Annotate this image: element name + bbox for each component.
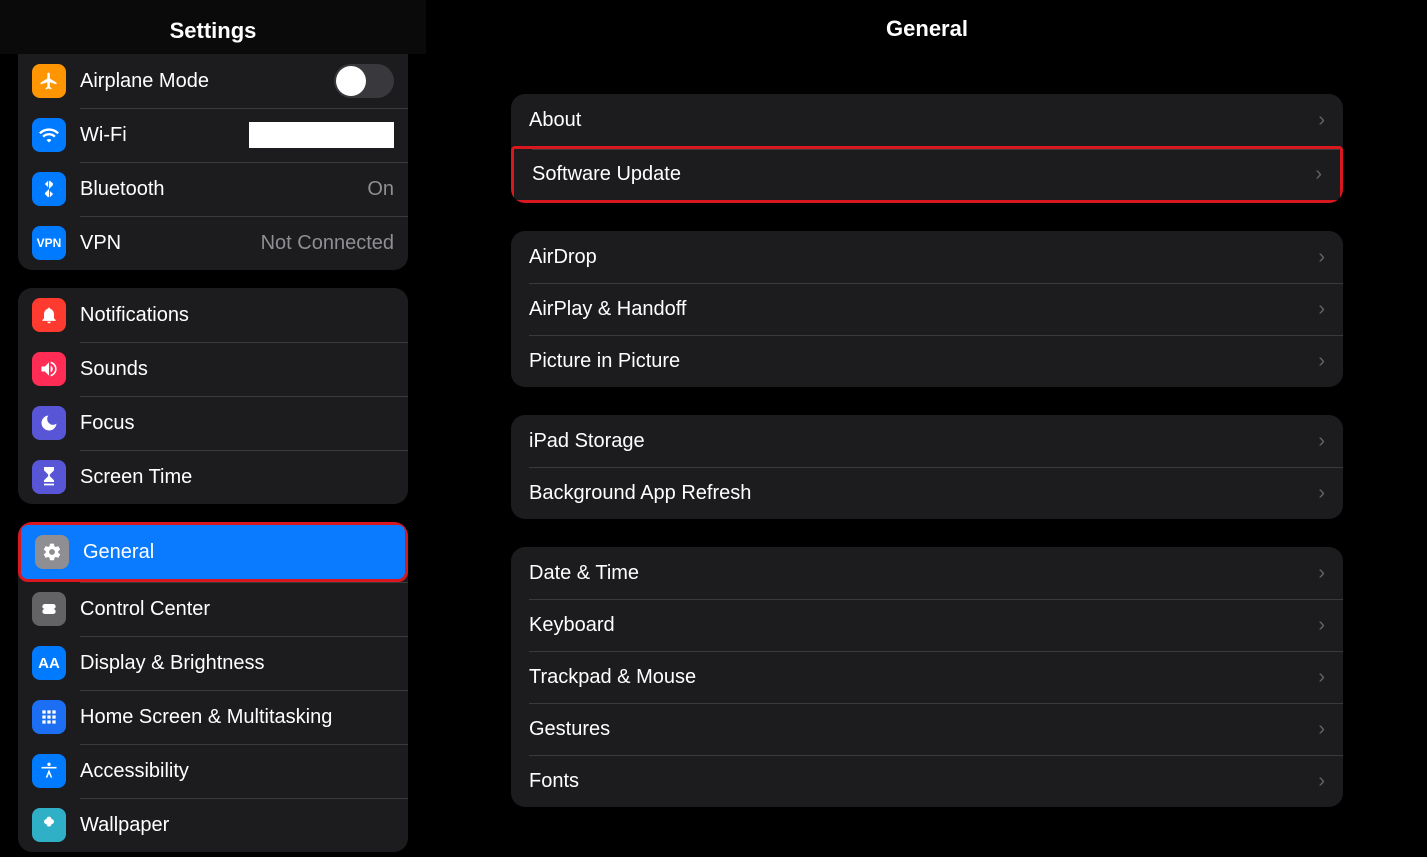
sidebar[interactable]: Settings Airplane Mode Wi-Fi BluetoothOn VP…	[0, 0, 427, 857]
detail-row-label: AirPlay & Handoff	[529, 298, 1318, 321]
wifi-icon	[32, 118, 66, 152]
sidebar-section: General Control Center AA Display & Brightn…	[18, 522, 408, 852]
sidebar-item-label: Accessibility	[80, 760, 394, 783]
detail-group: Date & Time›Keyboard›Trackpad & Mouse›Ge…	[511, 547, 1343, 807]
sidebar-item-label: Screen Time	[80, 466, 394, 489]
gear-icon	[35, 535, 69, 569]
sidebar-item-label: Display & Brightness	[80, 652, 394, 675]
sidebar-item-wifi[interactable]: Wi-Fi	[18, 108, 408, 162]
detail-row-label: iPad Storage	[529, 430, 1318, 453]
chevron-right-icon: ›	[1318, 614, 1325, 637]
detail-row-bg-refresh[interactable]: Background App Refresh›	[511, 467, 1343, 519]
chevron-right-icon: ›	[1318, 246, 1325, 269]
chevron-right-icon: ›	[1315, 163, 1322, 186]
chevron-right-icon: ›	[1318, 298, 1325, 321]
detail-row-fonts[interactable]: Fonts›	[511, 755, 1343, 807]
sidebar-item-display[interactable]: AA Display & Brightness	[18, 636, 408, 690]
sidebar-item-sounds[interactable]: Sounds	[18, 342, 408, 396]
chevron-right-icon: ›	[1318, 350, 1325, 373]
detail-row-label: Trackpad & Mouse	[529, 666, 1318, 689]
sidebar-section: Airplane ModeWi-FiBluetoothOnVPNVPNNot C…	[18, 54, 408, 270]
bell-icon	[32, 298, 66, 332]
airplane-toggle[interactable]	[334, 64, 394, 98]
sidebar-item-homescreen[interactable]: Home Screen & Multitasking	[18, 690, 408, 744]
sidebar-item-label: Bluetooth	[80, 178, 367, 201]
grid-icon	[32, 700, 66, 734]
sidebar-item-airplane[interactable]: Airplane Mode	[18, 54, 408, 108]
detail-row-about[interactable]: About›	[511, 94, 1343, 146]
sidebar-item-screentime[interactable]: Screen Time	[18, 450, 408, 504]
sidebar-item-accessibility[interactable]: Accessibility	[18, 744, 408, 798]
accessibility-icon	[32, 754, 66, 788]
chevron-right-icon: ›	[1318, 562, 1325, 585]
detail-row-gestures[interactable]: Gestures›	[511, 703, 1343, 755]
detail-row-keyboard[interactable]: Keyboard›	[511, 599, 1343, 651]
detail-row-pip[interactable]: Picture in Picture›	[511, 335, 1343, 387]
sidebar-item-label: Notifications	[80, 304, 394, 327]
detail-row-label: AirDrop	[529, 246, 1318, 269]
sidebar-item-wallpaper[interactable]: Wallpaper	[18, 798, 408, 852]
chevron-right-icon: ›	[1318, 770, 1325, 793]
detail-group: AirDrop›AirPlay & Handoff›Picture in Pic…	[511, 231, 1343, 387]
detail-row-label: Date & Time	[529, 562, 1318, 585]
moon-icon	[32, 406, 66, 440]
switches-icon	[32, 592, 66, 626]
sidebar-item-notifications[interactable]: Notifications	[18, 288, 408, 342]
detail-row-storage[interactable]: iPad Storage›	[511, 415, 1343, 467]
chevron-right-icon: ›	[1318, 718, 1325, 741]
airplane-icon	[32, 64, 66, 98]
bluetooth-icon	[32, 172, 66, 206]
chevron-right-icon: ›	[1318, 482, 1325, 505]
detail-row-trackpad[interactable]: Trackpad & Mouse›	[511, 651, 1343, 703]
flower-icon	[32, 808, 66, 842]
sidebar-item-label: General	[83, 541, 391, 564]
sidebar-item-label: Wallpaper	[80, 814, 394, 837]
sidebar-item-label: Airplane Mode	[80, 70, 334, 93]
detail-group: About›Software Update›	[511, 94, 1343, 203]
sidebar-item-value: Not Connected	[261, 232, 394, 255]
aa-icon: AA	[32, 646, 66, 680]
detail-pane[interactable]: General About›Software Update›AirDrop›Ai…	[427, 0, 1427, 857]
detail-row-label: Software Update	[532, 163, 1315, 186]
detail-row-software-update[interactable]: Software Update›	[511, 146, 1343, 203]
chevron-right-icon: ›	[1318, 430, 1325, 453]
sidebar-item-label: Control Center	[80, 598, 394, 621]
sidebar-title: Settings	[0, 0, 426, 54]
detail-group: iPad Storage›Background App Refresh›	[511, 415, 1343, 519]
detail-row-airdrop[interactable]: AirDrop›	[511, 231, 1343, 283]
sidebar-item-label: Home Screen & Multitasking	[80, 706, 394, 729]
sidebar-item-value: On	[367, 178, 394, 201]
sidebar-item-label: Wi-Fi	[80, 124, 249, 147]
detail-row-label: Background App Refresh	[529, 482, 1318, 505]
detail-row-label: Fonts	[529, 770, 1318, 793]
sidebar-item-controlcenter[interactable]: Control Center	[18, 582, 408, 636]
detail-row-label: Gestures	[529, 718, 1318, 741]
detail-title: General	[427, 0, 1427, 50]
sidebar-section: Notifications Sounds Focus Screen Time	[18, 288, 408, 504]
speaker-icon	[32, 352, 66, 386]
detail-row-airplay[interactable]: AirPlay & Handoff›	[511, 283, 1343, 335]
detail-row-datetime[interactable]: Date & Time›	[511, 547, 1343, 599]
hourglass-icon	[32, 460, 66, 494]
chevron-right-icon: ›	[1318, 109, 1325, 132]
sidebar-item-label: Focus	[80, 412, 394, 435]
sidebar-item-label: VPN	[80, 232, 261, 255]
detail-row-label: Keyboard	[529, 614, 1318, 637]
detail-row-label: About	[529, 109, 1318, 132]
detail-row-label: Picture in Picture	[529, 350, 1318, 373]
sidebar-item-focus[interactable]: Focus	[18, 396, 408, 450]
sidebar-item-general[interactable]: General	[18, 522, 408, 582]
sidebar-item-vpn[interactable]: VPNVPNNot Connected	[18, 216, 408, 270]
wifi-value-redacted	[249, 122, 394, 148]
sidebar-item-label: Sounds	[80, 358, 394, 381]
sidebar-item-bluetooth[interactable]: BluetoothOn	[18, 162, 408, 216]
chevron-right-icon: ›	[1318, 666, 1325, 689]
vpn-icon: VPN	[32, 226, 66, 260]
